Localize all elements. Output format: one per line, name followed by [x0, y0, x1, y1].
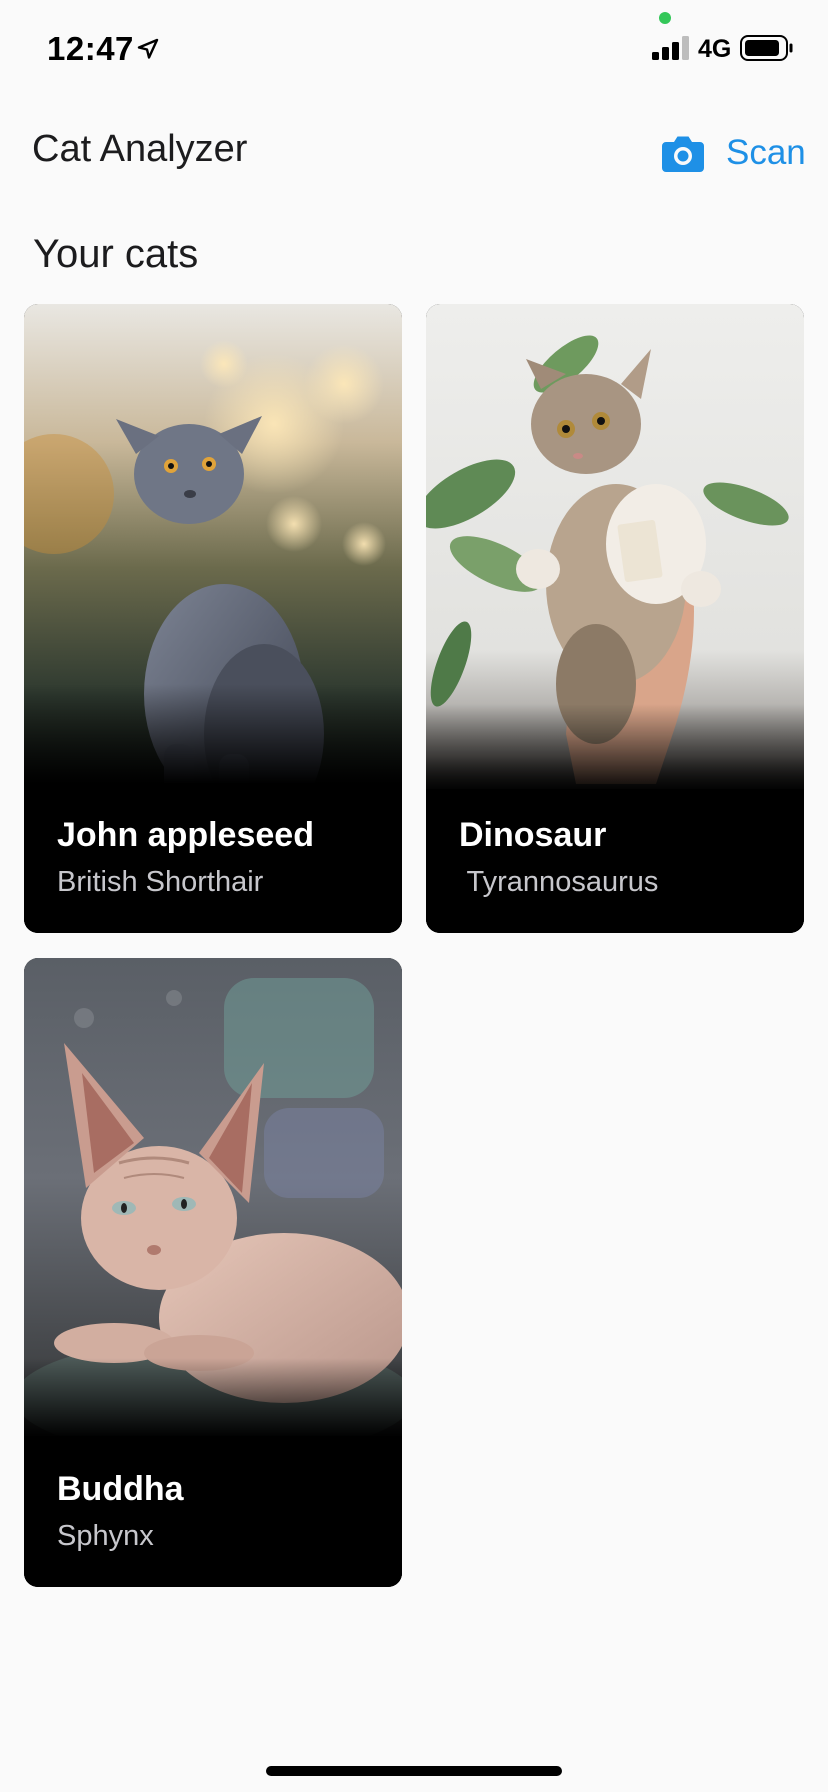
- cat-card[interactable]: John appleseed British Shorthair: [24, 304, 402, 933]
- scan-label: Scan: [726, 133, 806, 172]
- cat-breed: Sphynx: [57, 1520, 154, 1552]
- cat-name: Buddha: [57, 1470, 184, 1508]
- camera-icon: [662, 136, 704, 172]
- network-type: 4G: [698, 35, 732, 63]
- status-bar: 12:47 4G: [0, 0, 828, 100]
- status-time: 12:47: [47, 30, 134, 67]
- cat-name: Dinosaur: [459, 816, 607, 854]
- cat-breed: Tyrannosaurus: [459, 866, 659, 898]
- page-title: Cat Analyzer: [32, 128, 248, 170]
- privacy-indicator-dot: [659, 12, 671, 24]
- scan-button[interactable]: Scan: [662, 128, 806, 178]
- cat-card[interactable]: Dinosaur Tyrannosaurus: [426, 304, 804, 933]
- battery-icon: [740, 35, 793, 61]
- cellular-signal-icon: [652, 36, 689, 60]
- cat-breed: British Shorthair: [57, 866, 264, 898]
- cat-card[interactable]: Buddha Sphynx: [24, 958, 402, 1587]
- cat-name: John appleseed: [57, 816, 314, 854]
- home-indicator[interactable]: [266, 1766, 562, 1776]
- location-arrow-icon: [137, 38, 159, 59]
- section-title: Your cats: [33, 232, 199, 276]
